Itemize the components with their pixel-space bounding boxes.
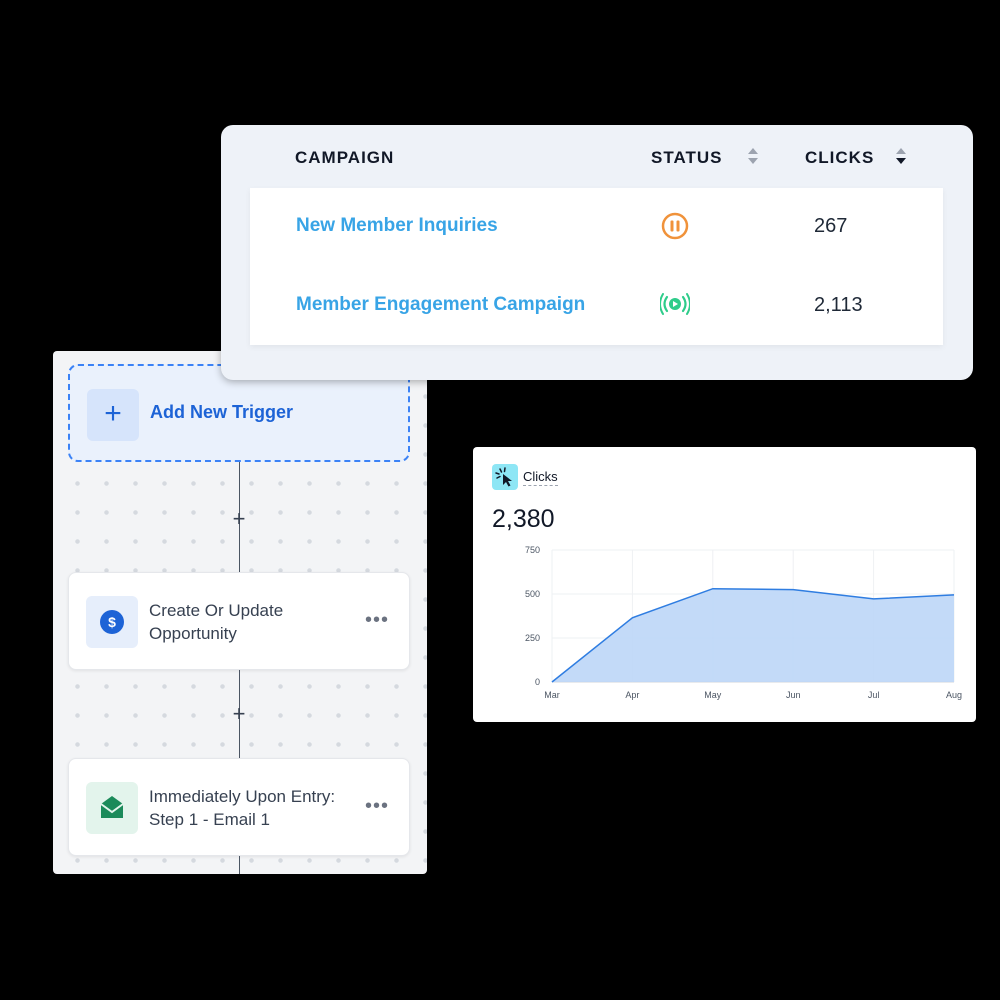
area-fill — [552, 588, 954, 682]
add-step-plus-icon[interactable]: + — [228, 508, 250, 530]
plus-icon: + — [87, 389, 139, 441]
sort-icon[interactable] — [895, 146, 907, 166]
node-label: Immediately Upon Entry: Step 1 - Email 1 — [149, 787, 336, 829]
x-tick-label: May — [704, 690, 722, 700]
column-header-status[interactable]: STATUS — [651, 148, 722, 168]
y-tick-label: 250 — [525, 633, 540, 643]
active-broadcast-icon[interactable] — [660, 289, 690, 319]
add-trigger-label: Add New Trigger — [150, 402, 294, 422]
dollar-icon: $ — [86, 596, 138, 648]
x-tick-label: Jul — [868, 690, 880, 700]
workflow-node-opportunity[interactable]: $ Create Or Update Opportunity ••• — [68, 572, 410, 670]
column-header-campaign[interactable]: CAMPAIGN — [295, 148, 394, 168]
more-horizontal-icon[interactable]: ••• — [365, 609, 389, 632]
clicks-area-chart: 0 250 500 750 Mar Apr May Jun Jul Aug — [525, 545, 962, 700]
column-header-clicks[interactable]: CLICKS — [805, 148, 874, 168]
x-tick-label: Aug — [946, 690, 962, 700]
campaign-table: CAMPAIGN STATUS CLICKS New Member Inquir… — [221, 125, 973, 380]
x-tick-label: Jun — [786, 690, 801, 700]
clicks-value: 267 — [814, 215, 848, 237]
more-horizontal-icon[interactable]: ••• — [365, 795, 389, 818]
sort-icon[interactable] — [747, 146, 759, 166]
node-label: Create Or Update Opportunity — [149, 601, 284, 643]
y-tick-label: 750 — [525, 545, 540, 555]
campaign-rows: New Member Inquiries 267 Member Engageme… — [250, 188, 943, 345]
clicks-chart-card: Clicks 2,380 0 250 500 750 Mar Apr May Jun Jul Au… — [473, 447, 976, 722]
pause-status-icon[interactable] — [660, 211, 690, 241]
clicks-value: 2,113 — [814, 294, 863, 316]
svg-text:$: $ — [108, 614, 116, 630]
workflow-node-email[interactable]: Immediately Upon Entry: Step 1 - Email 1… — [68, 758, 410, 856]
workflow-builder: + Add New Trigger + $ Create Or Update O… — [53, 351, 427, 874]
campaign-name-link[interactable]: Member Engagement Campaign — [296, 294, 585, 316]
add-step-plus-icon[interactable]: + — [228, 703, 250, 725]
campaign-name-link[interactable]: New Member Inquiries — [296, 215, 498, 237]
x-tick-label: Mar — [544, 690, 560, 700]
x-tick-label: Apr — [625, 690, 639, 700]
y-tick-label: 0 — [535, 677, 540, 687]
connector-line — [239, 856, 240, 874]
y-tick-label: 500 — [525, 589, 540, 599]
envelope-open-icon — [86, 782, 138, 834]
